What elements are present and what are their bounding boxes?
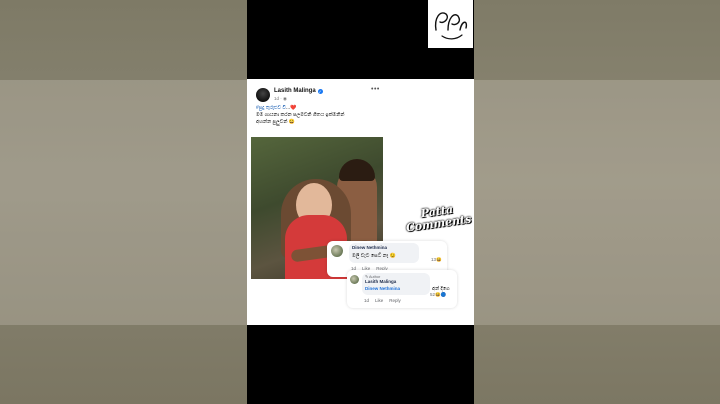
logo-icon [434,12,468,40]
more-options-icon[interactable]: ••• [371,86,380,93]
blurred-background-right [474,0,720,404]
reply-reply-button[interactable]: Reply [389,298,401,303]
video-frame: Lasith Malinga ✓ 1d · ◉ ••• #පුදු තුරුළු… [247,0,474,404]
comment-bubble: Dinew Nethmina මලි වැට සෙට් නෑ 😉 [349,243,419,263]
reply-mention[interactable]: Dinew Nethmina [365,286,400,291]
reply-body: Dinew Nethmina [365,286,400,291]
reply-author-name[interactable]: Lasith Malinga [365,279,396,284]
caption-line-3: අහන්න පුලුවන් 😀 [256,119,295,125]
comment-reaction-count[interactable]: 13😆 [431,257,442,263]
post-meta: 1d · ◉ [274,96,287,101]
author-name[interactable]: Lasith Malinga [274,88,316,94]
comment-text: මලි වැට සෙට් නෑ 😉 [352,253,396,259]
hashtag[interactable]: #පුදු තුරුළුව වී [256,105,286,111]
reply-avatar[interactable] [350,275,359,284]
reply-time: 1d [364,298,370,303]
post-caption: #පුදු තුරුළුව වී...❤️ මම ගායනා කරන පලමවන… [256,105,406,126]
commenter-name[interactable]: Dinew Nethmina [352,245,387,250]
blurred-background-left [0,0,247,404]
reply-bubble: ✎ Author Lasith Malinga Dinew Nethmina [362,273,430,295]
caption-tag-suffix: ...❤️ [285,105,297,111]
caption-line-2: මම ගායනා කරන පලමවනි ගීතය ඉක්මනින් [256,112,345,118]
reply-like-button[interactable]: Like [375,298,383,303]
reply-actions: 1d Like Reply [364,298,401,303]
verified-badge-icon: ✓ [317,88,323,94]
author-avatar[interactable] [256,88,270,102]
facebook-post: Lasith Malinga ✓ 1d · ◉ ••• #පුදු තුරුළු… [247,79,474,325]
photo-figure-man-hair [339,159,375,181]
reply-reaction-count[interactable]: 52😆🔵 [430,292,446,298]
author-row: Lasith Malinga ✓ [274,88,323,94]
channel-logo [428,0,473,48]
commenter-avatar[interactable] [331,245,343,257]
